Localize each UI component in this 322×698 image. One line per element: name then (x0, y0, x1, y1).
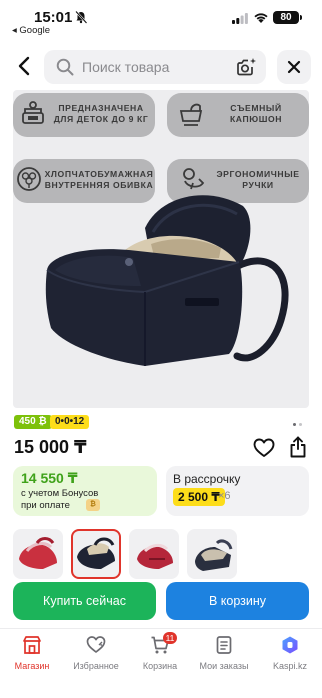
camera-search-icon[interactable] (236, 57, 257, 77)
bonus-chip: 450 ₿ (14, 415, 52, 429)
tab-kaspi[interactable]: Kaspi.kz (258, 635, 322, 679)
buy-now-button[interactable]: Купить сейчас (13, 582, 156, 620)
installment-card[interactable]: В рассрочку 2 500 ₸ ×6 (166, 466, 309, 516)
pagination-dot (293, 423, 296, 426)
back-button[interactable] (10, 52, 38, 80)
tab-label: Корзина (142, 661, 178, 671)
top-navigation (0, 44, 322, 90)
kaspi-coin-icon: ₿ (86, 499, 100, 511)
search-input[interactable] (82, 50, 232, 84)
thumbnail[interactable] (187, 529, 237, 579)
bonus-price-card[interactable]: 14 550 ₸ с учетом Бонусов при оплате ₿ (13, 466, 157, 516)
status-time: 15:01 (34, 9, 73, 26)
tab-orders[interactable]: Мои заказы (192, 635, 256, 679)
thumbnail[interactable] (13, 529, 63, 579)
chevron-left-icon (18, 56, 30, 76)
bonus-note: с учетом Бонусов (21, 488, 99, 499)
tab-label: Избранное (73, 661, 119, 671)
bonus-note: при оплате (21, 500, 70, 511)
close-icon (287, 60, 301, 74)
installment-amount: 2 500 ₸ (173, 488, 225, 506)
image-pagination-dots (293, 413, 313, 426)
close-button[interactable] (277, 50, 311, 84)
carrycot-hood-icon (179, 103, 203, 126)
kaspi-icon (282, 636, 298, 654)
search-bar[interactable] (44, 50, 266, 84)
shop-icon (23, 636, 41, 654)
feature-badge-hood: Съемный капюшон (167, 93, 309, 137)
orders-icon (216, 636, 232, 654)
carrycot-illustration (45, 195, 289, 366)
bottom-tab-bar: Магазин Избранное 11 Корзина Мои заказы … (0, 628, 322, 698)
signal-icon (232, 13, 248, 24)
scale-icon (22, 101, 44, 124)
tab-label: Мои заказы (199, 661, 249, 671)
tab-favorites[interactable]: Избранное (64, 635, 128, 679)
bonus-price: 14 550 ₸ (21, 470, 78, 486)
add-to-cart-button[interactable]: В корзину (166, 582, 309, 620)
tab-label: Kaspi.kz (272, 661, 307, 671)
thumbnail-selected[interactable] (71, 529, 121, 579)
search-icon (56, 58, 74, 76)
share-icon[interactable] (289, 436, 307, 458)
product-image[interactable]: Предназначена для деток до 9 кг Съемный … (13, 90, 309, 408)
status-bar: 15:01 ◂ Google 80 (0, 0, 322, 38)
installment-title: В рассрочку (173, 472, 241, 486)
cart-count-badge: 11 (163, 632, 177, 644)
feature-badge-weight: Предназначена для деток до 9 кг (13, 93, 155, 137)
tab-shop[interactable]: Магазин (0, 635, 64, 679)
installment-chip: 0•0•12 (50, 415, 90, 429)
feature-text: Съемный капюшон (229, 103, 283, 124)
installment-multiplier: ×6 (218, 490, 231, 502)
battery-indicator: 80 (273, 11, 302, 24)
bell-muted-icon (75, 10, 88, 24)
heart-icon (86, 636, 106, 653)
back-to-app-link[interactable]: ◂ Google (12, 25, 50, 36)
tab-label: Магазин (14, 661, 50, 671)
heart-icon[interactable] (253, 438, 275, 458)
product-price: 15 000 ₸ (14, 437, 87, 457)
feature-text: Предназначена для деток до 9 кг (53, 103, 149, 124)
wifi-icon (254, 13, 268, 23)
thumbnail-strip (13, 529, 322, 579)
tab-cart[interactable]: 11 Корзина (128, 632, 192, 679)
thumbnail[interactable] (129, 529, 179, 579)
pagination-dot (299, 423, 302, 426)
